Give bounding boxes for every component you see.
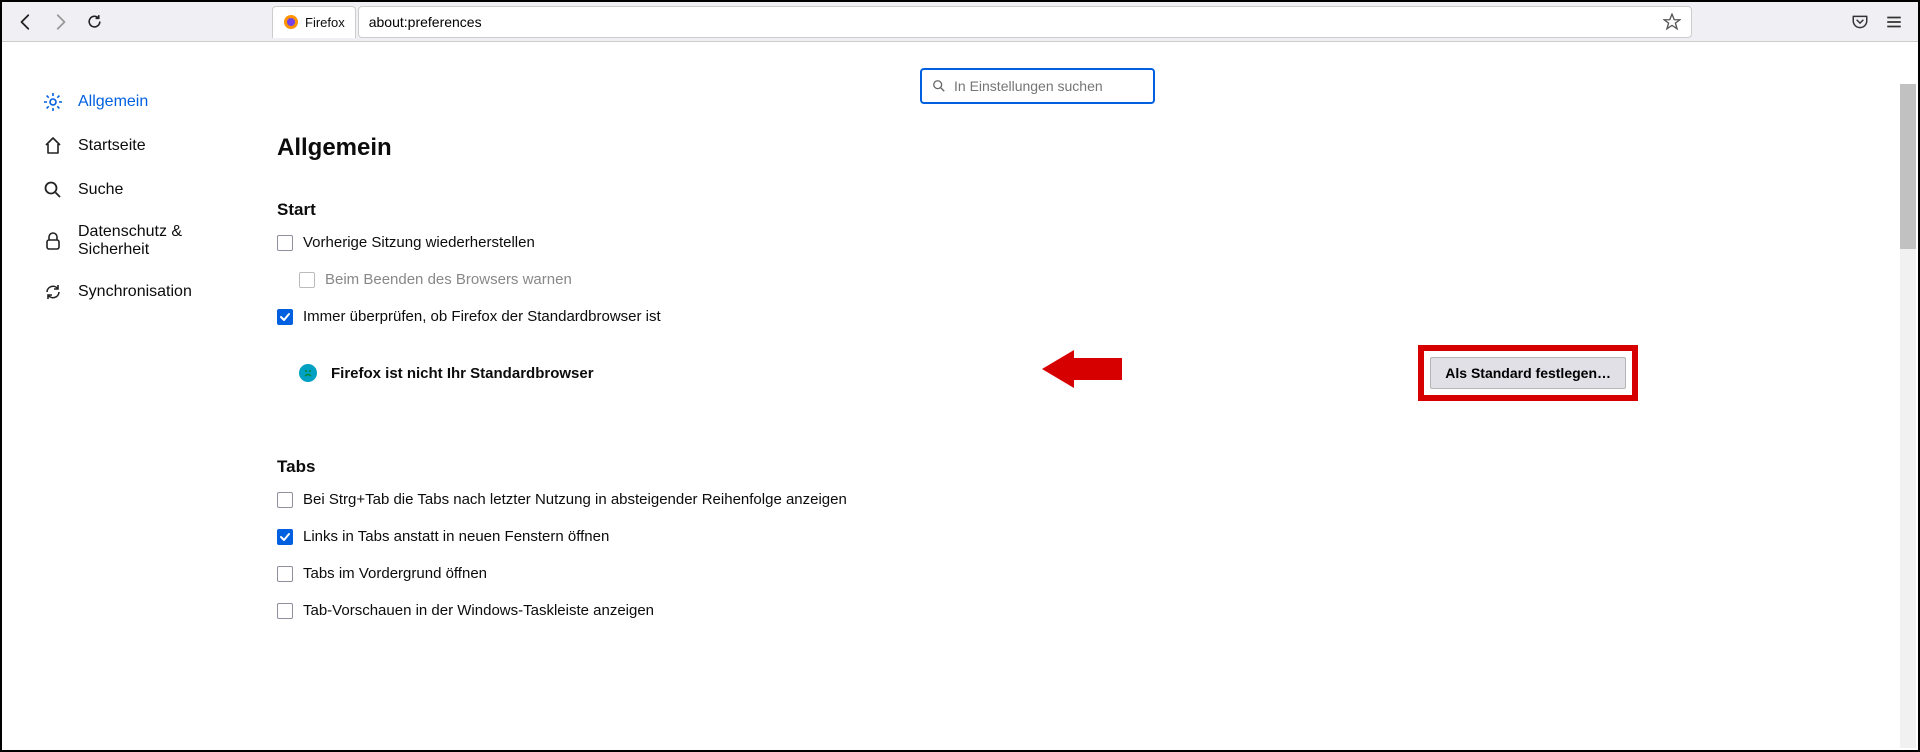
sidebar-item-label: Startseite xyxy=(78,137,146,155)
label-always-check-default: Immer überprüfen, ob Firefox der Standar… xyxy=(303,308,661,325)
tab-label: Firefox xyxy=(305,15,345,30)
search-icon xyxy=(42,179,64,201)
arrow-annotation-icon xyxy=(1042,344,1124,394)
reload-button[interactable] xyxy=(78,6,110,38)
sidebar-item-home[interactable]: Startseite xyxy=(42,124,237,168)
back-button[interactable] xyxy=(10,6,42,38)
checkbox-always-check-default[interactable] xyxy=(277,309,293,325)
section-tabs-heading: Tabs xyxy=(277,457,1918,477)
page-title: Allgemein xyxy=(277,134,1918,162)
sidebar-item-general[interactable]: Allgemein xyxy=(42,80,237,124)
url-input[interactable] xyxy=(369,14,1663,30)
checkbox-taskbar-preview[interactable] xyxy=(277,603,293,619)
label-warn-on-close: Beim Beenden des Browsers warnen xyxy=(325,271,572,288)
sidebar-item-label: Allgemein xyxy=(78,93,148,111)
scrollbar-thumb[interactable] xyxy=(1900,84,1916,249)
vertical-scrollbar[interactable] xyxy=(1900,84,1916,748)
url-bar[interactable] xyxy=(358,6,1692,38)
label-taskbar-preview: Tab-Vorschauen in der Windows-Taskleiste… xyxy=(303,602,654,619)
sidebar-item-label: Datenschutz & Sicherheit xyxy=(78,223,221,259)
checkbox-open-in-tabs[interactable] xyxy=(277,529,293,545)
checkbox-foreground[interactable] xyxy=(277,566,293,582)
checkbox-ctrl-tab[interactable] xyxy=(277,492,293,508)
pocket-button[interactable] xyxy=(1844,6,1876,38)
checkbox-warn-on-close xyxy=(299,272,315,288)
sidebar-item-label: Suche xyxy=(78,181,123,199)
browser-toolbar: Firefox xyxy=(2,2,1918,42)
search-icon xyxy=(932,79,946,93)
highlight-marker: Als Standard festlegen… xyxy=(1418,345,1638,401)
sad-face-icon xyxy=(299,364,317,382)
label-ctrl-tab: Bei Strg+Tab die Tabs nach letzter Nutzu… xyxy=(303,491,847,508)
not-default-text: Firefox ist nicht Ihr Standardbrowser xyxy=(331,365,594,382)
settings-search[interactable] xyxy=(920,68,1155,104)
section-start-heading: Start xyxy=(277,200,1918,220)
label-open-in-tabs: Links in Tabs anstatt in neuen Fenstern … xyxy=(303,528,609,545)
settings-main: Allgemein Start Vorherige Sitzung wieder… xyxy=(237,42,1918,750)
gear-icon xyxy=(42,91,64,113)
lock-icon xyxy=(42,230,64,252)
label-restore-session: Vorherige Sitzung wiederherstellen xyxy=(303,234,535,251)
bookmark-star-icon[interactable] xyxy=(1663,13,1681,31)
forward-button[interactable] xyxy=(44,6,76,38)
sidebar-item-search[interactable]: Suche xyxy=(42,168,237,212)
sidebar-item-sync[interactable]: Synchronisation xyxy=(42,270,237,314)
checkbox-restore-session[interactable] xyxy=(277,235,293,251)
sidebar-item-privacy[interactable]: Datenschutz & Sicherheit xyxy=(42,212,237,270)
sidebar-item-label: Synchronisation xyxy=(78,283,192,301)
home-icon xyxy=(42,135,64,157)
settings-sidebar: Allgemein Startseite Suche Datenschutz &… xyxy=(2,42,237,750)
menu-button[interactable] xyxy=(1878,6,1910,38)
content-area: Allgemein Startseite Suche Datenschutz &… xyxy=(2,42,1918,750)
set-default-button[interactable]: Als Standard festlegen… xyxy=(1430,357,1626,389)
browser-tab[interactable]: Firefox xyxy=(272,6,356,38)
firefox-logo-icon xyxy=(283,14,299,30)
settings-search-input[interactable] xyxy=(954,78,1143,94)
label-foreground: Tabs im Vordergrund öffnen xyxy=(303,565,487,582)
sync-icon xyxy=(42,281,64,303)
